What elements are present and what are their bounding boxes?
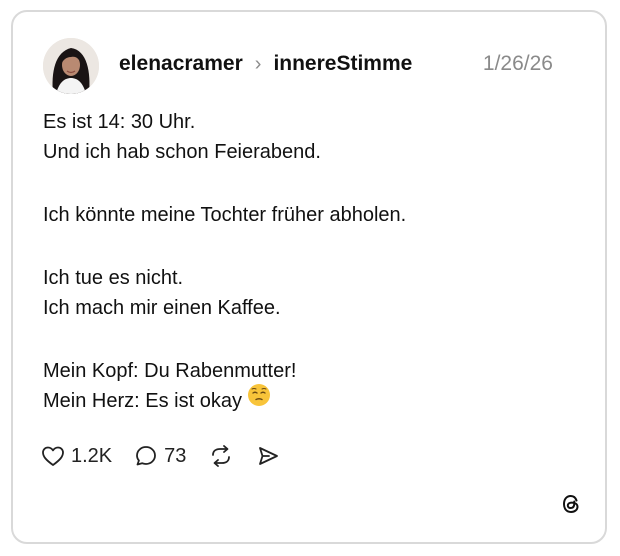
like-button[interactable]: 1.2K xyxy=(41,445,112,468)
action-bar: 1.2K 73 xyxy=(41,442,302,470)
relieved-face-emoji-icon xyxy=(247,383,271,416)
post-header: elenacramer › innereStimme xyxy=(119,50,412,78)
reply-to-username[interactable]: innereStimme xyxy=(273,52,412,76)
post-line: Ich tue es nicht. xyxy=(43,267,184,289)
post-card: elenacramer › innereStimme 1/26/26 Es is… xyxy=(11,10,607,544)
repost-button[interactable] xyxy=(208,444,234,468)
author-avatar[interactable] xyxy=(43,38,99,94)
reply-count: 73 xyxy=(164,444,187,467)
share-button[interactable] xyxy=(256,444,280,468)
comment-bubble-icon xyxy=(134,444,158,468)
threads-logo-icon[interactable] xyxy=(559,492,583,516)
post-line: Mein Kopf: Du Rabenmutter! xyxy=(43,360,297,382)
author-username[interactable]: elenacramer xyxy=(119,52,243,76)
post-body: Es ist 14: 30 Uhr. Und ich hab schon Fei… xyxy=(43,107,583,416)
chevron-right-icon: › xyxy=(254,52,262,75)
post-timestamp[interactable]: 1/26/26 xyxy=(483,50,553,78)
reply-button[interactable]: 73 xyxy=(134,444,186,468)
repost-icon xyxy=(208,444,234,468)
post-line: Mein Herz: Es ist okay xyxy=(43,390,242,412)
post-line: Und ich hab schon Feierabend. xyxy=(43,141,321,163)
post-line: Ich mach mir einen Kaffee. xyxy=(43,297,281,319)
post-line: Es ist 14: 30 Uhr. xyxy=(43,111,196,133)
post-line: Ich könnte meine Tochter früher abholen. xyxy=(43,204,407,226)
send-icon xyxy=(256,444,280,468)
post-line-with-emoji: Mein Herz: Es ist okay xyxy=(43,383,583,416)
like-count: 1.2K xyxy=(71,444,113,467)
heart-icon xyxy=(41,445,65,467)
